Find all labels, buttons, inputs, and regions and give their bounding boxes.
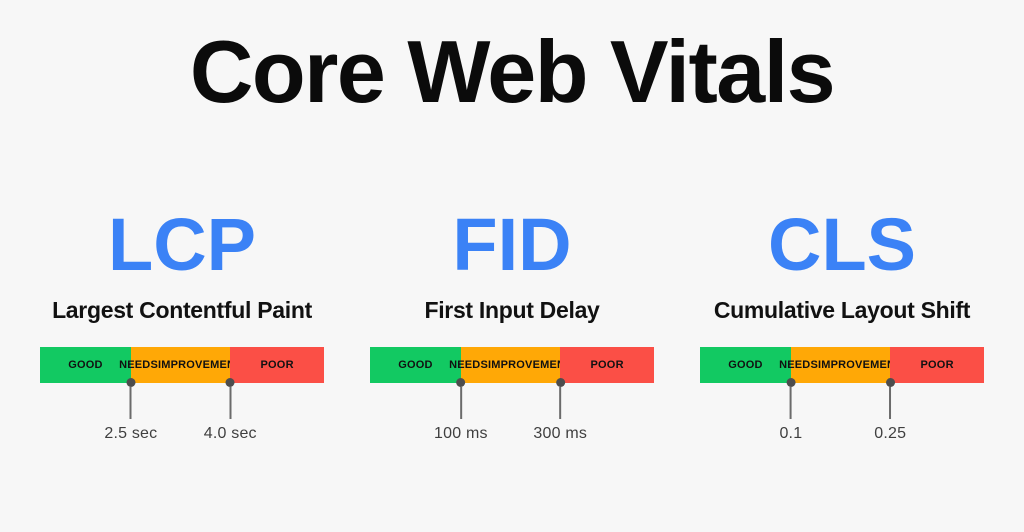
page-title: Core Web Vitals — [189, 22, 836, 121]
threshold-dot-icon — [885, 378, 895, 387]
threshold-dot-icon — [555, 378, 565, 387]
rating-bar: GOOD NEEDS IMPROVEMENT POOR — [40, 347, 324, 383]
segment-label: GOOD — [68, 359, 103, 371]
threshold-markers: 100 ms 300 ms — [370, 378, 654, 453]
metric-card-fid: FID First Input Delay GOOD NEEDS IMPROVEMENT… — [366, 203, 658, 442]
threshold-value-label: 4.0 sec — [203, 425, 257, 442]
metric-acronym: FID — [452, 203, 572, 286]
threshold-leader-line — [459, 387, 462, 419]
metric-card-cls: CLS Cumulative Layout Shift GOOD NEEDS IMPRO… — [696, 203, 988, 442]
threshold-marker: 100 ms — [434, 378, 488, 443]
threshold-dot-icon — [786, 378, 796, 387]
threshold-markers: 0.1 0.25 — [700, 378, 984, 453]
rating-bar-wrapper: GOOD NEEDS IMPROVEMENT POOR 0.1 0.25 — [700, 347, 984, 442]
segment-label: POOR — [920, 359, 954, 371]
infographic-canvas: Core Web Vitals LCP Largest Contentful Pa… — [0, 0, 1024, 532]
rating-segment-poor: POOR — [560, 347, 654, 383]
threshold-value-label: 0.1 — [779, 425, 803, 442]
segment-label: NEEDS — [119, 359, 158, 371]
threshold-marker: 4.0 sec — [203, 378, 257, 443]
threshold-marker: 0.25 — [874, 378, 907, 443]
threshold-leader-line — [559, 387, 562, 419]
rating-bar: GOOD NEEDS IMPROVEMENT POOR — [370, 347, 654, 383]
rating-segment-poor: POOR — [230, 347, 324, 383]
metric-acronym: CLS — [768, 203, 916, 286]
metric-card-lcp: LCP Largest Contentful Paint GOOD NEEDS IMPR… — [36, 203, 328, 442]
threshold-leader-line — [229, 387, 232, 419]
threshold-dot-icon — [456, 378, 466, 387]
metric-full-name: Largest Contentful Paint — [52, 297, 312, 323]
threshold-leader-line — [129, 387, 132, 419]
rating-segment-poor: POOR — [890, 347, 984, 383]
segment-label: NEEDS — [779, 359, 818, 371]
rating-segment-good: GOOD — [370, 347, 461, 383]
threshold-leader-line — [889, 387, 892, 419]
segment-label: GOOD — [398, 359, 433, 371]
rating-bar-wrapper: GOOD NEEDS IMPROVEMENT POOR 100 ms 300 ms — [370, 347, 654, 442]
threshold-value-label: 100 ms — [434, 425, 488, 442]
rating-segment-needs-improvement: NEEDS IMPROVEMENT — [449, 347, 572, 383]
threshold-marker: 0.1 — [779, 378, 803, 443]
rating-bar-wrapper: GOOD NEEDS IMPROVEMENT POOR 2.5 sec 4.0 sec — [40, 347, 324, 442]
rating-segment-needs-improvement: NEEDS IMPROVEMENT — [779, 347, 902, 383]
metric-full-name: Cumulative Layout Shift — [713, 297, 971, 323]
metrics-row: LCP Largest Contentful Paint GOOD NEEDS IMPR… — [0, 205, 1024, 465]
segment-label: GOOD — [728, 359, 763, 371]
threshold-marker: 2.5 sec — [104, 378, 158, 443]
rating-bar: GOOD NEEDS IMPROVEMENT POOR — [700, 347, 984, 383]
rating-segment-good: GOOD — [40, 347, 131, 383]
threshold-dot-icon — [225, 378, 235, 387]
segment-label: POOR — [590, 359, 624, 371]
metric-acronym: LCP — [108, 203, 256, 286]
threshold-dot-icon — [126, 378, 136, 387]
threshold-leader-line — [789, 387, 792, 419]
rating-segment-needs-improvement: NEEDS IMPROVEMENT — [119, 347, 242, 383]
threshold-value-label: 300 ms — [533, 425, 588, 442]
threshold-marker: 300 ms — [533, 378, 588, 443]
threshold-value-label: 2.5 sec — [104, 425, 158, 442]
segment-label: NEEDS — [449, 359, 488, 371]
metric-full-name: First Input Delay — [424, 297, 600, 323]
segment-label: POOR — [260, 359, 294, 371]
rating-segment-good: GOOD — [700, 347, 791, 383]
threshold-markers: 2.5 sec 4.0 sec — [40, 378, 324, 453]
threshold-value-label: 0.25 — [874, 425, 907, 442]
